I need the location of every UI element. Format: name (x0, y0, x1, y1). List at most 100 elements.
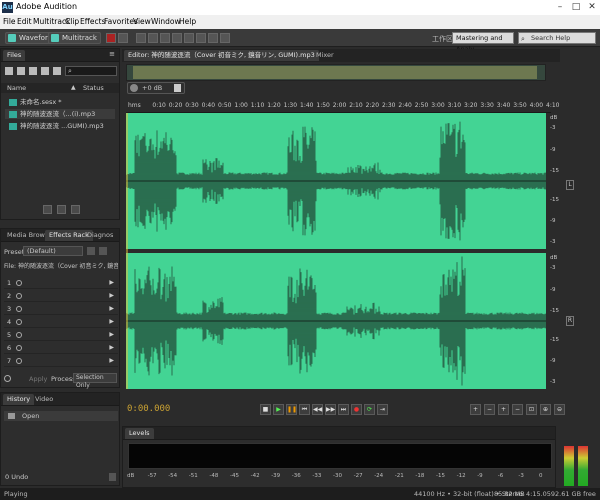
multitrack-button[interactable]: Multitrack (48, 32, 101, 44)
power-icon[interactable] (16, 293, 22, 299)
file-item-mp3-selected[interactable]: 神的随波逐流（...(i).mp3 (5, 109, 115, 119)
process-select[interactable]: Selection Only (73, 373, 117, 389)
play-button[interactable]: ▶ (273, 404, 284, 415)
effect-slot[interactable]: 5 ▶ (4, 329, 118, 341)
panel-menu-icon[interactable]: ≡ (109, 50, 115, 58)
effect-slot[interactable]: 4 ▶ (4, 316, 118, 328)
tab-video[interactable]: Video (31, 394, 57, 405)
channel-right-toggle[interactable]: R (566, 316, 574, 326)
file-item-mp3[interactable]: 神的随波逐流 ...GUMI).mp3 (9, 121, 104, 131)
effect-slot[interactable]: 1 ▶ (4, 277, 118, 289)
effect-slot[interactable]: 2 ▶ (4, 290, 118, 302)
autoplay-icon[interactable] (71, 205, 80, 214)
tab-diagnostics[interactable]: Diagnos (83, 230, 117, 241)
save-preset-icon[interactable] (87, 247, 95, 255)
arrow-right-icon[interactable]: ▶ (109, 318, 114, 325)
workspace-select[interactable]: Mastering and Analy... (452, 32, 514, 53)
marquee-tool-icon[interactable] (184, 33, 194, 43)
close-button[interactable]: ✕ (585, 1, 599, 13)
record-button[interactable]: ● (351, 404, 362, 415)
razor-tool-icon[interactable] (148, 33, 158, 43)
arrow-right-icon[interactable]: ▶ (109, 331, 114, 338)
trash-icon[interactable] (109, 473, 116, 481)
zoom-in-amplitude-icon[interactable]: + (470, 404, 481, 415)
master-power-icon[interactable] (4, 375, 11, 382)
time-ruler[interactable]: hms 0:10 0:20 0:30 0:40 0:50 1:00 1:10 1:20 1:30 1… (126, 100, 559, 113)
timecode-display[interactable]: 0:00.000 (127, 404, 170, 414)
effect-slot[interactable]: 3 ▶ (4, 303, 118, 315)
rewind-button[interactable]: ◀◀ (312, 404, 323, 415)
zoom-out-point-icon[interactable]: ⊖ (554, 404, 565, 415)
pause-button[interactable]: ❚❚ (286, 404, 297, 415)
spectral-pitch-icon[interactable] (118, 33, 128, 43)
maximize-button[interactable]: □ (569, 1, 583, 13)
menu-file[interactable]: File (3, 17, 16, 26)
apply-button[interactable]: Apply (29, 375, 47, 383)
power-icon[interactable] (16, 358, 22, 364)
zoom-in-point-icon[interactable]: ⊕ (540, 404, 551, 415)
zoom-out-amplitude-icon[interactable]: − (484, 404, 495, 415)
healing-brush-icon[interactable] (220, 33, 230, 43)
history-item[interactable]: Open (4, 411, 118, 421)
stop-button[interactable]: ■ (260, 404, 271, 415)
loop-preview-icon[interactable] (57, 205, 66, 214)
slip-tool-icon[interactable] (160, 33, 170, 43)
menu-edit[interactable]: Edit (17, 17, 32, 26)
zoom-out-time-icon[interactable]: − (512, 404, 523, 415)
zoom-in-time-icon[interactable]: + (498, 404, 509, 415)
tab-history[interactable]: History (3, 394, 35, 405)
col-status[interactable]: Status (83, 84, 104, 92)
file-item-session[interactable]: 未命名.sesx * (9, 97, 62, 107)
arrow-right-icon[interactable]: ▶ (109, 357, 114, 364)
power-icon[interactable] (16, 345, 22, 351)
menu-effects[interactable]: Effects (80, 17, 106, 26)
volume-knob-icon[interactable] (130, 84, 138, 92)
power-icon[interactable] (16, 332, 22, 338)
effect-slot[interactable]: 7 ▶ (4, 355, 118, 367)
new-file-icon[interactable] (5, 67, 13, 75)
tab-mixer[interactable]: Mixer (312, 50, 338, 61)
overview-viewport[interactable] (133, 66, 537, 79)
goto-end-button[interactable]: ⏭ (338, 404, 349, 415)
minimize-button[interactable]: – (553, 1, 567, 13)
col-name[interactable]: Name (7, 84, 26, 92)
arrow-right-icon[interactable]: ▶ (109, 292, 114, 299)
waveform-overview[interactable] (126, 64, 546, 81)
files-search-input[interactable]: ⌕ (65, 66, 117, 76)
menu-view[interactable]: View (133, 17, 151, 26)
move-tool-icon[interactable] (136, 33, 146, 43)
arrow-right-icon[interactable]: ▶ (109, 344, 114, 351)
zoom-full-icon[interactable]: ⊡ (526, 404, 537, 415)
import-icon[interactable] (29, 67, 37, 75)
arrow-right-icon[interactable]: ▶ (109, 279, 114, 286)
power-icon[interactable] (16, 280, 22, 286)
tab-editor[interactable]: Editor: 神的随波逐流（Cover 初音ミク, 鏡音リン, GUMI).m… (124, 50, 319, 61)
menu-help[interactable]: Help (179, 17, 196, 26)
tab-levels[interactable]: Levels (125, 428, 154, 439)
play-preview-icon[interactable] (43, 205, 52, 214)
hud-gain[interactable]: +0 dB (127, 82, 185, 94)
delete-preset-icon[interactable] (99, 247, 107, 255)
brush-tool-icon[interactable] (208, 33, 218, 43)
goto-start-button[interactable]: ⏮ (299, 404, 310, 415)
gain-value[interactable]: +0 dB (142, 84, 162, 92)
search-help-input[interactable]: ⌕ Search Help (518, 32, 596, 44)
spectral-frequency-icon[interactable] (106, 33, 116, 43)
presets-select[interactable]: (Default) (23, 246, 83, 256)
power-icon[interactable] (16, 306, 22, 312)
menu-clip[interactable]: Clip (65, 17, 79, 26)
loop-button[interactable]: ⟳ (364, 404, 375, 415)
effect-slot[interactable]: 6 ▶ (4, 342, 118, 354)
channel-left-toggle[interactable]: L (566, 180, 574, 190)
insert-icon[interactable] (41, 67, 49, 75)
hud-pin-icon[interactable] (174, 84, 181, 92)
fast-forward-button[interactable]: ▶▶ (325, 404, 336, 415)
menu-window[interactable]: Window (151, 17, 181, 26)
open-file-icon[interactable] (17, 67, 25, 75)
lasso-tool-icon[interactable] (196, 33, 206, 43)
close-file-icon[interactable] (53, 67, 61, 75)
waveform-display[interactable] (126, 113, 550, 389)
arrow-right-icon[interactable]: ▶ (109, 305, 114, 312)
tab-files[interactable]: Files (3, 50, 26, 61)
power-icon[interactable] (16, 319, 22, 325)
